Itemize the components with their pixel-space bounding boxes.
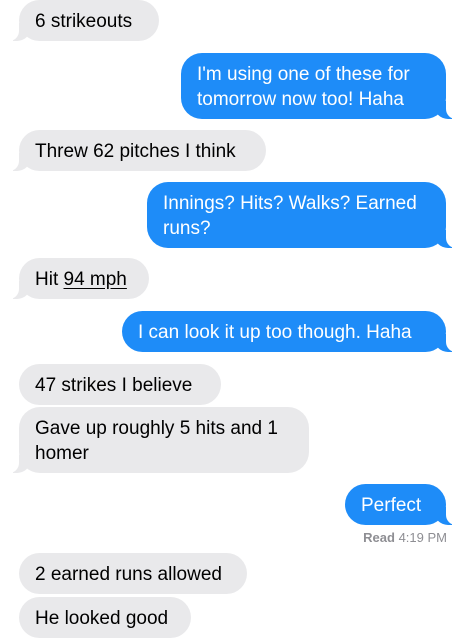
message-incoming[interactable]: 6 strikeouts xyxy=(9,0,159,41)
message-text: Threw 62 pitches I think xyxy=(35,141,236,162)
read-time: 4:19 PM xyxy=(398,530,447,545)
data-detector-link[interactable]: 94 mph xyxy=(64,269,127,290)
message-text: I can look it up too though. Haha xyxy=(138,322,412,343)
message-text: He looked good xyxy=(35,608,169,629)
message-incoming[interactable]: 2 earned runs allowed xyxy=(19,553,247,594)
read-status: Read xyxy=(363,530,395,545)
message-text: Gave up roughly 5 hits and 1 homer xyxy=(35,418,278,464)
message-text-prefix: Hit xyxy=(35,269,64,290)
message-text: Innings? Hits? Walks? Earned runs? xyxy=(163,193,417,239)
message-text: 47 strikes I believe xyxy=(35,375,193,396)
message-text: 2 earned runs allowed xyxy=(35,564,222,585)
message-incoming[interactable]: 47 strikes I believe xyxy=(19,364,221,405)
message-outgoing[interactable]: Innings? Hits? Walks? Earned runs? xyxy=(147,182,456,248)
message-incoming[interactable]: Gave up roughly 5 hits and 1 homer xyxy=(9,407,309,473)
message-text: Perfect xyxy=(361,495,422,516)
message-outgoing[interactable]: Perfect xyxy=(345,484,456,525)
message-thread: 6 strikeouts I'm using one of these for … xyxy=(0,0,466,640)
read-receipt: Read 4:19 PM xyxy=(363,530,447,545)
message-incoming[interactable]: Threw 62 pitches I think xyxy=(9,130,266,171)
message-incoming[interactable]: He looked good xyxy=(19,597,191,638)
message-text: I'm using one of these for tomorrow now … xyxy=(197,64,410,110)
message-outgoing[interactable]: I can look it up too though. Haha xyxy=(122,311,456,352)
message-text: 6 strikeouts xyxy=(35,11,133,32)
message-incoming[interactable]: Hit 94 mph xyxy=(9,258,149,299)
message-outgoing[interactable]: I'm using one of these for tomorrow now … xyxy=(181,53,456,119)
